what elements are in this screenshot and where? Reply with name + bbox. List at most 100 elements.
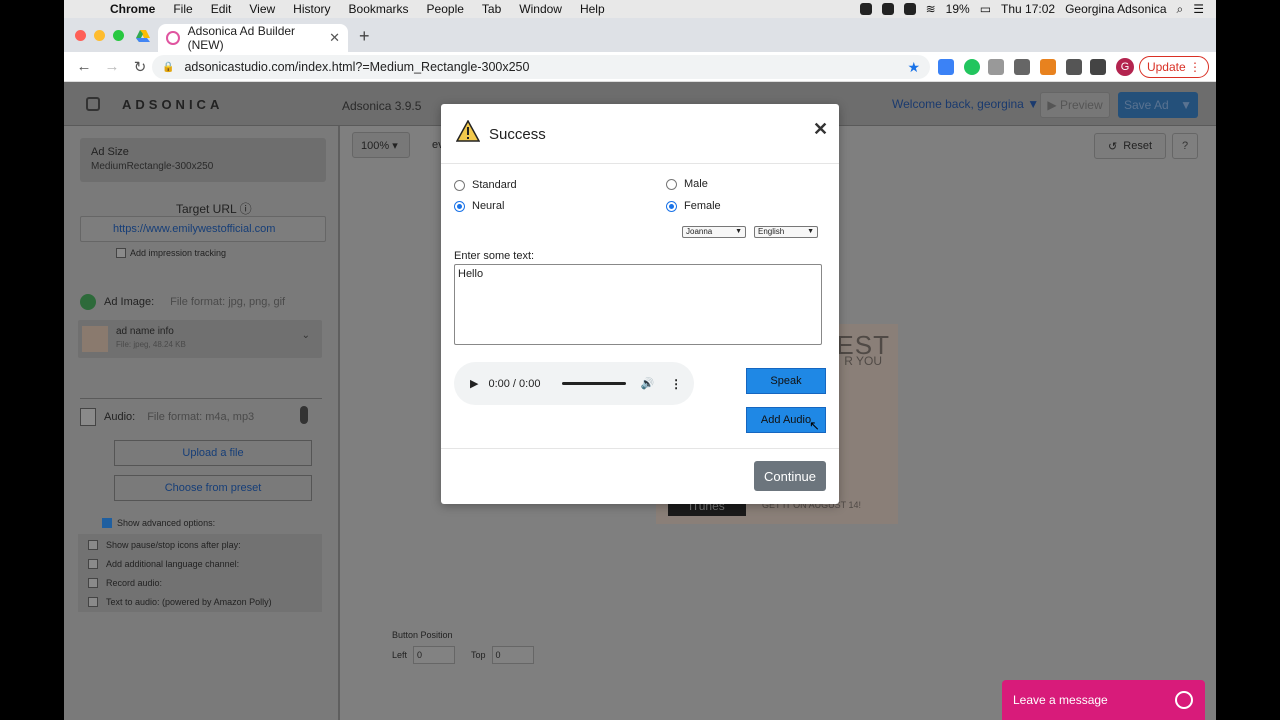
text-input[interactable]: Hello [454, 264, 822, 345]
more-options-icon[interactable]: ⋮ [670, 377, 682, 391]
status-app-icon[interactable] [859, 3, 872, 15]
advanced-option[interactable]: Text to audio: (powered by Amazon Polly) [88, 597, 272, 607]
leave-message-widget[interactable]: Leave a message [1002, 680, 1205, 720]
volume-icon[interactable]: 🔊 [640, 377, 654, 390]
advanced-option[interactable]: Add additional language channel: [88, 559, 239, 569]
continue-button[interactable]: Continue [754, 461, 826, 491]
bookmark-star-icon[interactable]: ★ [907, 59, 920, 76]
option-checkbox[interactable] [88, 559, 98, 569]
close-window-icon[interactable] [75, 30, 86, 41]
extensions-puzzle-icon[interactable] [1066, 59, 1082, 75]
option-checkbox[interactable] [88, 578, 98, 588]
option-checkbox[interactable] [88, 597, 98, 607]
tab-adsonica[interactable]: Adsonica Ad Builder (NEW) ✕ [158, 24, 348, 52]
impression-checkbox[interactable] [116, 248, 126, 258]
reset-button[interactable]: ↺ Reset [1094, 133, 1166, 159]
left-input[interactable]: 0 [413, 646, 456, 664]
zoom-ext-icon[interactable] [938, 59, 954, 75]
user-name[interactable]: Georgina Adsonica [1065, 2, 1166, 16]
menu-file[interactable]: File [173, 2, 192, 16]
radio-neural[interactable]: Neural [454, 200, 504, 212]
preview-button[interactable]: ▶ Preview [1040, 92, 1110, 118]
upload-file-button[interactable]: Upload a file [114, 440, 312, 466]
preset-label: Choose from preset [164, 482, 262, 494]
reload-icon[interactable]: ↻ [132, 58, 148, 76]
reading-list-icon[interactable] [1090, 59, 1106, 75]
zoom-window-icon[interactable] [113, 30, 124, 41]
green-ext-icon[interactable] [964, 59, 980, 75]
menu-help[interactable]: Help [580, 2, 605, 16]
radio-button[interactable] [666, 200, 677, 212]
status-chat-icon[interactable] [903, 3, 916, 15]
radio-male[interactable]: Male [666, 178, 708, 190]
minimize-window-icon[interactable] [94, 30, 105, 41]
success-modal: Success ✕ Standard Neural Male Female Jo… [441, 104, 839, 504]
radio-button[interactable] [454, 200, 465, 212]
language-select[interactable]: English ▼ [754, 226, 818, 238]
ext-icon-4[interactable] [1014, 59, 1030, 75]
impression-label: Add impression tracking [130, 248, 227, 258]
menu-bookmarks[interactable]: Bookmarks [349, 2, 409, 16]
back-icon[interactable]: ← [76, 58, 92, 75]
play-icon[interactable]: ▶ [470, 377, 478, 390]
ad-size-selector[interactable]: Ad Size MediumRectangle-300x250 [80, 138, 326, 182]
advanced-option[interactable]: Record audio: [88, 578, 162, 588]
status-video-icon[interactable] [881, 3, 894, 15]
audio-format: File format: m4a, mp3 [147, 411, 255, 423]
spotlight-icon[interactable]: ⌕ [1177, 2, 1184, 17]
image-file-row[interactable]: ad name info File: jpeg, 48.24 KB ⌄ [78, 320, 322, 358]
wifi-icon[interactable]: ≋ [926, 2, 936, 16]
modal-divider [441, 448, 839, 449]
chat-bubble-icon[interactable] [1175, 691, 1193, 709]
window-controls [75, 30, 124, 41]
menu-app[interactable]: Chrome [110, 2, 155, 16]
ext-icon-3[interactable] [988, 59, 1004, 75]
voice-select[interactable]: Joanna ▼ [682, 226, 746, 238]
battery-icon[interactable]: ▭ [980, 2, 991, 16]
new-tab-icon[interactable]: + [359, 26, 370, 47]
status-area: ≋ 19% ▭ Thu 17:02 Georgina Adsonica ⌕ ☰ [859, 2, 1216, 17]
save-ad-button[interactable]: Save Ad ▼ [1118, 92, 1198, 118]
microphone-icon[interactable] [300, 406, 308, 424]
target-url-input[interactable]: https://www.emilywestofficial.com [80, 216, 326, 242]
speak-button[interactable]: Speak [746, 368, 826, 394]
menu-history[interactable]: History [293, 2, 330, 16]
option-checkbox[interactable] [88, 540, 98, 550]
close-tab-icon[interactable]: ✕ [329, 30, 340, 46]
menu-edit[interactable]: Edit [211, 2, 232, 16]
close-icon[interactable]: ✕ [813, 119, 828, 140]
seek-slider[interactable] [562, 382, 627, 385]
zoom-select[interactable]: 100% ▾ [352, 132, 410, 158]
profile-avatar[interactable]: G [1116, 58, 1134, 76]
drive-icon[interactable] [136, 30, 150, 42]
impression-tracking[interactable]: Add impression tracking [116, 248, 226, 258]
advanced-option[interactable]: Show pause/stop icons after play: [88, 540, 241, 550]
forward-icon[interactable]: → [104, 58, 120, 75]
address-bar[interactable]: 🔒 adsonicastudio.com/index.html?=Medium_… [152, 55, 930, 79]
radio-label: Female [684, 200, 721, 212]
welcome-menu[interactable]: Welcome back, georgina ▼ [892, 97, 1039, 111]
radio-button[interactable] [666, 178, 677, 190]
lock-icon[interactable]: 🔒 [162, 62, 174, 73]
menu-view[interactable]: View [249, 2, 275, 16]
menu-tab[interactable]: Tab [482, 2, 501, 16]
help-button[interactable]: ? [1172, 133, 1198, 159]
menu-people[interactable]: People [427, 2, 464, 16]
metamask-icon[interactable] [1040, 59, 1056, 75]
update-button[interactable]: Update ⋮ [1139, 56, 1209, 78]
choose-preset-button[interactable]: Choose from preset [114, 475, 312, 501]
advanced-checkbox[interactable] [102, 518, 112, 528]
radio-button[interactable] [454, 179, 465, 191]
top-input[interactable]: 0 [491, 646, 534, 664]
radio-standard[interactable]: Standard [454, 179, 517, 191]
adsonica-favicon-icon [166, 31, 180, 45]
clock[interactable]: Thu 17:02 [1001, 2, 1055, 16]
chevron-down-icon[interactable]: ▼ [1180, 98, 1192, 112]
layers-icon[interactable] [86, 97, 100, 111]
control-center-icon[interactable]: ☰ [1193, 2, 1204, 16]
radio-female[interactable]: Female [666, 200, 721, 212]
advanced-options-toggle[interactable]: Show advanced options: [102, 518, 215, 528]
chevron-down-icon[interactable]: ⌄ [302, 330, 310, 341]
menu-window[interactable]: Window [519, 2, 562, 16]
app-logo[interactable]: ADSONICA [122, 97, 223, 112]
